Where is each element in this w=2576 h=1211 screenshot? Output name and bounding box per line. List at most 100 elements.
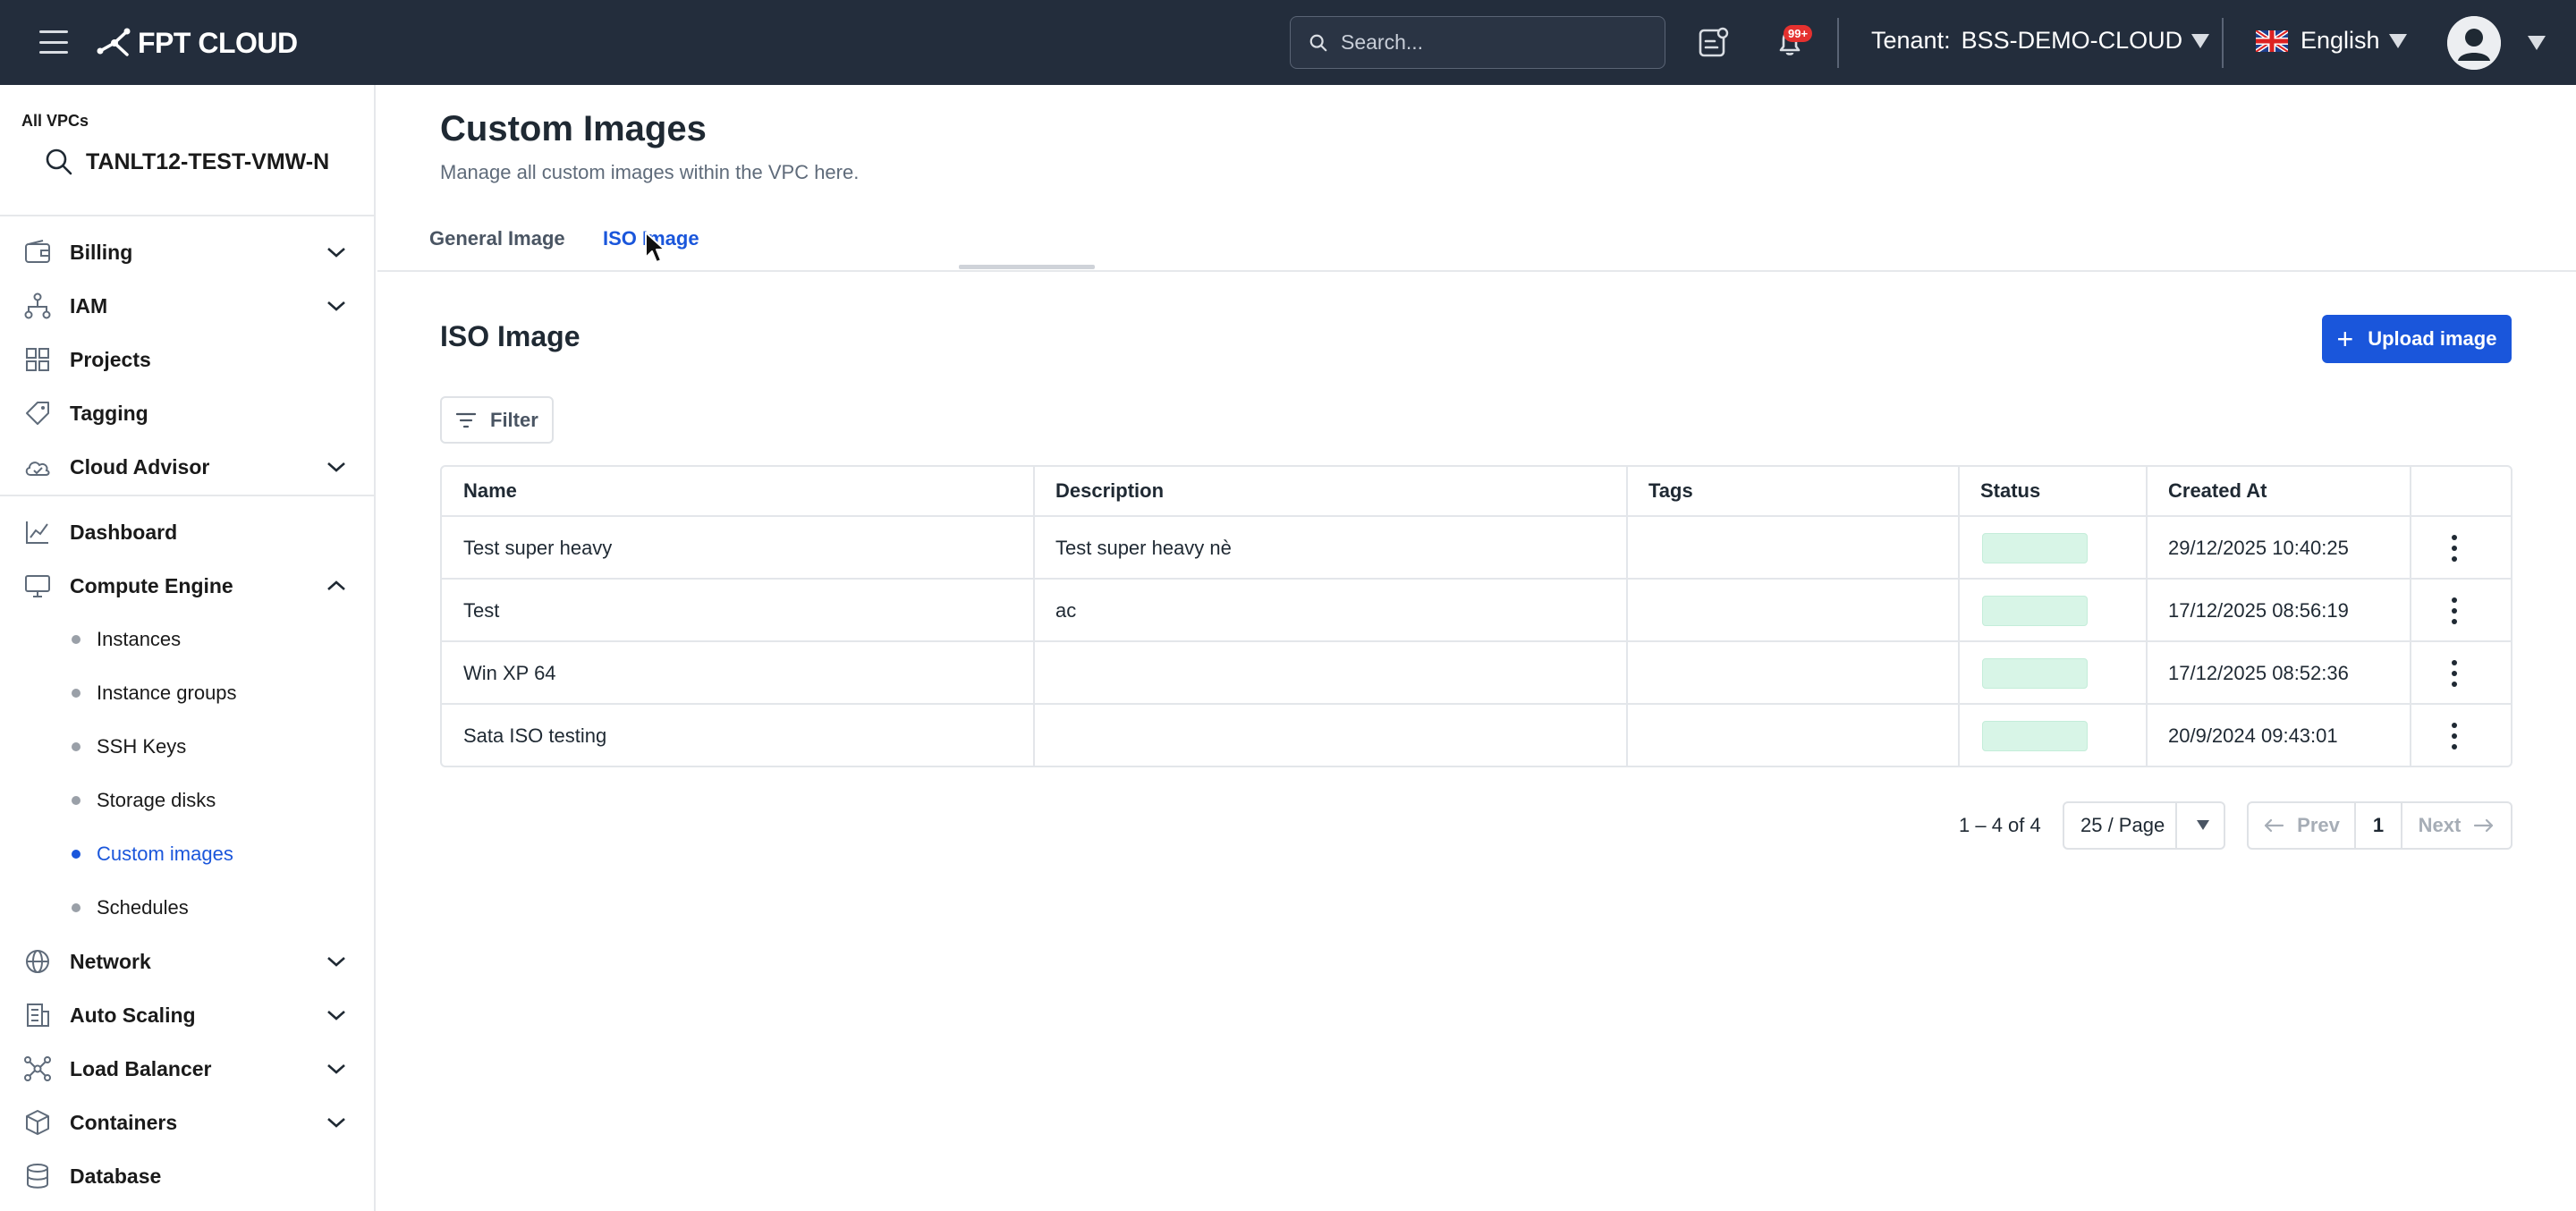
sidebar-subitem-instances[interactable]: Instances bbox=[0, 613, 376, 666]
bullet-dot bbox=[72, 850, 80, 859]
sidebar-item-projects[interactable]: Projects bbox=[0, 333, 376, 386]
uk-flag-icon bbox=[2256, 30, 2288, 52]
sidebar-item-cloud-advisor[interactable]: Cloud Advisor bbox=[0, 440, 376, 494]
sidebar-item-label: Billing bbox=[70, 240, 133, 264]
search-box[interactable] bbox=[1290, 16, 1665, 69]
sidebar-item-label: Containers bbox=[70, 1110, 178, 1134]
cell-status bbox=[1982, 705, 2088, 766]
network-icon bbox=[24, 1056, 51, 1081]
more-vertical-icon bbox=[2451, 723, 2458, 749]
column-header-description[interactable]: Description bbox=[1055, 467, 1164, 515]
cell-status bbox=[1982, 580, 2088, 642]
row-actions-button[interactable] bbox=[2451, 642, 2458, 705]
caret-down-icon bbox=[2197, 820, 2209, 830]
sidebar-item-billing[interactable]: Billing bbox=[0, 225, 376, 279]
sidebar-item-database[interactable]: Database bbox=[0, 1149, 376, 1203]
bullet-dot bbox=[72, 689, 80, 698]
row-actions-button[interactable] bbox=[2451, 517, 2458, 580]
user-list-icon[interactable] bbox=[1696, 25, 1730, 59]
avatar[interactable] bbox=[2447, 16, 2501, 70]
tag-icon bbox=[26, 402, 49, 425]
column-divider bbox=[2410, 467, 2411, 766]
chevron-down-icon bbox=[327, 957, 345, 967]
cell-created-at: 17/12/2025 08:56:19 bbox=[2168, 599, 2349, 622]
sidebar-item-label: Cloud Advisor bbox=[70, 454, 210, 478]
iso-image-table: Name Description Tags Status Created At … bbox=[440, 465, 2512, 767]
sidebar-subitem-instance-groups[interactable]: Instance groups bbox=[0, 666, 376, 720]
sidebar-item-label: Load Balancer bbox=[70, 1056, 212, 1080]
status-badge bbox=[1982, 658, 2088, 689]
vpc-name: TANLT12-TEST-VMW-N bbox=[86, 148, 330, 174]
next-page-button[interactable]: Next bbox=[2402, 803, 2511, 848]
cube-icon bbox=[26, 1110, 49, 1135]
divider bbox=[2222, 18, 2224, 68]
filter-button[interactable]: Filter bbox=[440, 396, 554, 444]
status-badge bbox=[1982, 721, 2088, 751]
cell-name: Win XP 64 bbox=[463, 662, 556, 684]
sidebar-item-network[interactable]: Network bbox=[0, 935, 376, 988]
hamburger-menu-icon[interactable] bbox=[39, 30, 68, 54]
language-label: English bbox=[2301, 27, 2380, 54]
search-input[interactable] bbox=[1341, 30, 1645, 55]
cell-status bbox=[1982, 642, 2088, 705]
sidebar-subitem-label: Schedules bbox=[97, 896, 189, 919]
chevron-down-icon bbox=[327, 301, 345, 311]
sidebar-item-containers[interactable]: Containers bbox=[0, 1096, 376, 1149]
more-vertical-icon bbox=[2451, 660, 2458, 687]
row-actions-button[interactable] bbox=[2451, 705, 2458, 766]
sidebar-subitem-label: Custom images bbox=[97, 843, 233, 865]
column-header-tags[interactable]: Tags bbox=[1648, 467, 1693, 515]
user-avatar-icon bbox=[2447, 16, 2501, 70]
page-number-button[interactable]: 1 bbox=[2356, 803, 2402, 848]
logo[interactable]: FPT CLOUD bbox=[97, 23, 298, 63]
column-divider bbox=[2146, 467, 2148, 766]
search-icon bbox=[46, 148, 72, 175]
page-size-select[interactable]: 25 / Page bbox=[2063, 801, 2225, 850]
cloud-check-icon bbox=[25, 462, 50, 476]
sidebar-subitem-label: SSH Keys bbox=[97, 735, 187, 758]
cell-created-at: 20/9/2024 09:43:01 bbox=[2168, 724, 2338, 747]
prev-page-button[interactable]: Prev bbox=[2249, 803, 2356, 848]
tenant-selector[interactable]: Tenant: BSS-DEMO-CLOUD bbox=[1871, 27, 2210, 55]
tab-general-image[interactable]: General Image bbox=[429, 227, 565, 250]
section-title: ISO Image bbox=[440, 320, 580, 352]
column-header-status[interactable]: Status bbox=[1980, 467, 2040, 515]
sidebar-item-iam[interactable]: IAM bbox=[0, 279, 376, 333]
search-icon bbox=[1309, 34, 1327, 51]
sidebar-item-tagging[interactable]: Tagging bbox=[0, 386, 376, 440]
prev-label: Prev bbox=[2297, 814, 2340, 836]
sidebar-subitem-custom-images[interactable]: Custom images bbox=[0, 827, 376, 881]
sidebar-subitem-schedules[interactable]: Schedules bbox=[0, 881, 376, 935]
filter-label: Filter bbox=[490, 408, 538, 431]
column-header-name[interactable]: Name bbox=[463, 467, 517, 515]
row-actions-button[interactable] bbox=[2451, 580, 2458, 642]
bullet-dot bbox=[72, 635, 80, 644]
chevron-down-icon bbox=[327, 1118, 345, 1128]
wallet-icon bbox=[25, 240, 50, 263]
top-bar: FPT CLOUD 99+ Tenant: BSS-DEMO-CLOUD bbox=[0, 0, 2576, 85]
avatar-caret-icon[interactable] bbox=[2528, 36, 2546, 50]
column-header-created-at[interactable]: Created At bbox=[2168, 467, 2267, 515]
sidebar-subitem-ssh-keys[interactable]: SSH Keys bbox=[0, 720, 376, 774]
divider bbox=[2175, 803, 2177, 848]
sidebar-item-load-balancer[interactable]: Load Balancer bbox=[0, 1042, 376, 1096]
vpc-selector[interactable]: TANLT12-TEST-VMW-N bbox=[45, 148, 329, 176]
arrow-right-icon bbox=[2474, 818, 2494, 833]
upload-image-label: Upload image bbox=[2368, 327, 2497, 350]
page-subtitle: Manage all custom images within the VPC … bbox=[440, 161, 860, 183]
notification-badge: 99+ bbox=[1784, 25, 1813, 42]
cell-description: ac bbox=[1055, 599, 1077, 622]
language-selector[interactable]: English bbox=[2256, 27, 2407, 55]
upload-image-button[interactable]: + Upload image bbox=[2322, 315, 2512, 363]
caret-down-icon bbox=[2191, 33, 2210, 48]
chevron-down-icon bbox=[327, 248, 345, 258]
sidebar-subitem-storage-disks[interactable]: Storage disks bbox=[0, 774, 376, 827]
sidebar-item-compute-engine[interactable]: Compute Engine bbox=[0, 559, 376, 613]
sidebar-item-auto-scaling[interactable]: Auto Scaling bbox=[0, 988, 376, 1042]
tenant-label: Tenant: bbox=[1871, 27, 1951, 54]
divider bbox=[1837, 18, 1839, 68]
sidebar-item-dashboard[interactable]: Dashboard bbox=[0, 505, 376, 559]
cell-status bbox=[1982, 517, 2088, 580]
bullet-dot bbox=[72, 796, 80, 805]
plus-icon: + bbox=[2336, 323, 2354, 355]
